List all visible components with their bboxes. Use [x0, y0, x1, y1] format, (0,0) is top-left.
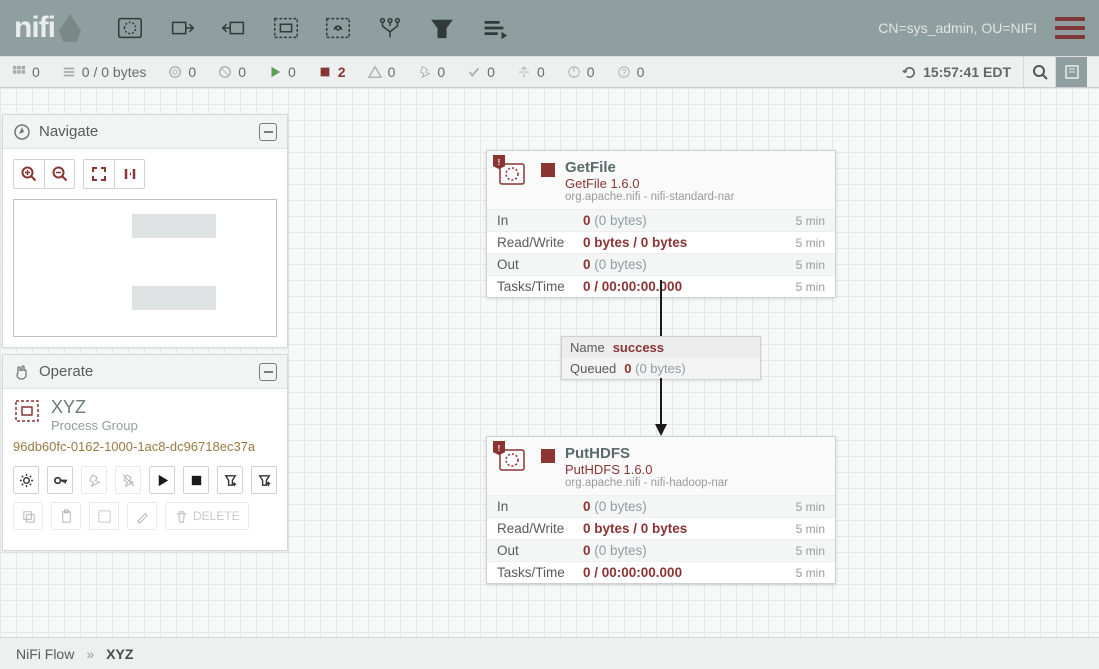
- last-refresh: 15:57:41 EDT: [902, 64, 1011, 80]
- status-transmitting: 0: [168, 64, 196, 80]
- operate-uuid: 96db60fc-0162-1000-1ac8-dc96718ec37a: [13, 439, 277, 454]
- processor-icon: [497, 462, 527, 479]
- group-button: [89, 502, 119, 530]
- copy-button: [13, 502, 43, 530]
- drag-process-group-icon[interactable]: [271, 13, 301, 43]
- status-invalid: 0: [368, 64, 396, 80]
- security-badge-icon: !: [493, 155, 505, 169]
- birdseye-item: [132, 286, 216, 310]
- create-template-button[interactable]: [217, 466, 243, 494]
- breadcrumb-separator: »: [86, 646, 94, 662]
- access-key-button[interactable]: [47, 466, 73, 494]
- status-threads: 0: [12, 64, 40, 80]
- zoom-out-button[interactable]: [44, 160, 74, 188]
- disable-button: [115, 466, 141, 494]
- status-queue: 0 / 0 bytes: [62, 64, 147, 80]
- global-menu-icon[interactable]: [1055, 17, 1085, 39]
- flow-canvas[interactable]: Navigate Operate: [0, 88, 1099, 637]
- stop-button[interactable]: [183, 466, 209, 494]
- birdseye-view[interactable]: [13, 199, 277, 337]
- zoom-fit-button[interactable]: [84, 160, 114, 188]
- breadcrumb-root[interactable]: NiFi Flow: [16, 646, 74, 662]
- security-badge-icon: !: [493, 441, 505, 455]
- processor-bundle: org.apache.nifi - nifi-hadoop-nar: [565, 477, 825, 489]
- processor-version: GetFile 1.6.0: [565, 176, 825, 191]
- operate-panel: Operate XYZ Process Group 96db60fc-0162-…: [2, 354, 288, 551]
- operate-target-name: XYZ: [51, 397, 138, 418]
- connection-arrow: [660, 280, 662, 337]
- status-sync-failure: ?0: [617, 64, 645, 80]
- drag-remote-process-group-icon[interactable]: [323, 13, 353, 43]
- drag-label-icon[interactable]: [479, 13, 509, 43]
- operate-title: Operate: [39, 363, 93, 380]
- delete-button: DELETE: [165, 502, 249, 530]
- nifi-drop-icon: [59, 14, 81, 42]
- stopped-state-icon: [541, 449, 555, 463]
- bulletin-button[interactable]: [1055, 57, 1087, 87]
- navigate-panel: Navigate: [2, 114, 288, 348]
- status-uptodate: 0: [467, 64, 495, 80]
- drag-input-port-icon[interactable]: [167, 13, 197, 43]
- hand-icon: [13, 363, 31, 381]
- color-button: [127, 502, 157, 530]
- operate-target-type: Process Group: [51, 418, 138, 433]
- zoom-in-button[interactable]: [14, 160, 44, 188]
- status-disabled: 0: [417, 64, 445, 80]
- operate-collapse-icon[interactable]: [259, 363, 277, 381]
- upload-template-button[interactable]: [251, 466, 277, 494]
- processor-icon: [497, 176, 527, 193]
- navigate-collapse-icon[interactable]: [259, 123, 277, 141]
- enable-button: [81, 466, 107, 494]
- breadcrumb-current[interactable]: XYZ: [106, 646, 133, 662]
- compass-icon: [13, 123, 31, 141]
- processor-getfile[interactable]: ! GetFile GetFile 1.6.0 org.apache.nifi …: [486, 150, 836, 298]
- start-button[interactable]: [149, 466, 175, 494]
- connection-success[interactable]: Namesuccess Queued0 (0 bytes): [561, 336, 761, 380]
- processor-name: PutHDFS: [565, 445, 825, 462]
- drag-processor-icon[interactable]: [115, 13, 145, 43]
- arrow-head-icon: [655, 424, 667, 436]
- status-locally-modified: 0: [517, 64, 545, 80]
- navigate-title: Navigate: [39, 123, 98, 140]
- current-user: CN=sys_admin, OU=NIFI: [878, 20, 1037, 36]
- zoom-actual-button[interactable]: [114, 160, 144, 188]
- processor-version: PutHDFS 1.6.0: [565, 462, 825, 477]
- paste-button: [51, 502, 81, 530]
- drag-template-icon[interactable]: [427, 13, 457, 43]
- drag-output-port-icon[interactable]: [219, 13, 249, 43]
- stopped-state-icon: [541, 163, 555, 177]
- status-not-transmitting: 0: [218, 64, 246, 80]
- birdseye-item: [132, 214, 216, 238]
- logo-text: nifi: [14, 11, 55, 45]
- drag-funnel-icon[interactable]: [375, 13, 405, 43]
- svg-text:?: ?: [621, 68, 626, 78]
- status-stopped: 2: [318, 64, 346, 80]
- processor-bundle: org.apache.nifi - nifi-standard-nar: [565, 191, 825, 203]
- search-button[interactable]: [1023, 57, 1055, 87]
- process-group-icon: [13, 397, 41, 425]
- processor-puthdfs[interactable]: ! PutHDFS PutHDFS 1.6.0 org.apache.nifi …: [486, 436, 836, 584]
- configure-button[interactable]: [13, 466, 39, 494]
- processor-name: GetFile: [565, 159, 825, 176]
- status-running: 0: [268, 64, 296, 80]
- nifi-logo: nifi: [14, 11, 81, 45]
- status-stale: 0: [567, 64, 595, 80]
- connection-arrow: [660, 378, 662, 426]
